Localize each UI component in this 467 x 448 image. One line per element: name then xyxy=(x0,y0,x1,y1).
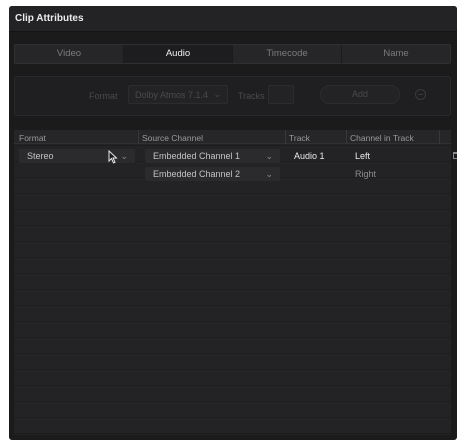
channel-in-track-value: Right xyxy=(355,169,377,179)
tab-name[interactable]: Name xyxy=(342,45,450,63)
channel-in-track-value: Left xyxy=(355,151,371,161)
format-dropdown[interactable]: Dolby Atmos 7.1.4 ⌄ xyxy=(128,85,228,104)
source-channel-select[interactable]: Embedded Channel 1 ⌄ xyxy=(145,149,280,163)
header-track: Track xyxy=(289,133,310,143)
format-dropdown-value: Dolby Atmos 7.1.4 xyxy=(135,90,209,100)
clip-attributes-window: Clip Attributes Video Audio Timecode Nam… xyxy=(9,6,457,440)
tab-video[interactable]: Video xyxy=(15,45,124,63)
chevron-down-icon: ⌄ xyxy=(265,151,273,161)
mouse-pointer-icon xyxy=(108,150,118,164)
track-value: Audio 1 xyxy=(294,151,325,161)
chevron-down-icon: ⌄ xyxy=(265,169,273,179)
trash-icon[interactable] xyxy=(453,152,457,159)
chevron-down-icon: ⌄ xyxy=(213,89,221,99)
column-divider[interactable] xyxy=(346,130,347,144)
source-channel-select[interactable]: Embedded Channel 2 ⌄ xyxy=(145,167,280,181)
tracks-label: Tracks xyxy=(238,91,265,101)
column-divider[interactable] xyxy=(138,130,139,144)
format-label: Format xyxy=(89,91,118,101)
chevron-down-icon: ⌄ xyxy=(120,151,128,161)
column-divider[interactable] xyxy=(285,130,286,144)
tab-bar: Video Audio Timecode Name xyxy=(14,44,451,64)
add-button[interactable]: Add xyxy=(320,85,400,104)
header-format: Format xyxy=(19,133,46,143)
tab-audio[interactable]: Audio xyxy=(124,45,233,63)
title-bar: Clip Attributes xyxy=(9,6,457,32)
header-channel-in-track: Channel in Track xyxy=(350,133,414,143)
minus-circle-icon[interactable] xyxy=(415,89,426,100)
column-divider[interactable] xyxy=(439,130,440,144)
channel-table: Format Source Channel Track Channel in T… xyxy=(14,130,457,435)
window-title: Clip Attributes xyxy=(15,13,84,24)
format-select-value: Stereo xyxy=(27,151,54,161)
source-channel-value: Embedded Channel 2 xyxy=(153,169,241,179)
header-source-channel: Source Channel xyxy=(142,133,203,143)
tracks-input[interactable] xyxy=(268,85,294,104)
format-bar: Format Dolby Atmos 7.1.4 ⌄ Tracks Add xyxy=(14,76,451,116)
source-channel-value: Embedded Channel 1 xyxy=(153,151,241,161)
tab-timecode[interactable]: Timecode xyxy=(233,45,342,63)
table-header: Format Source Channel Track Channel in T… xyxy=(14,130,451,144)
